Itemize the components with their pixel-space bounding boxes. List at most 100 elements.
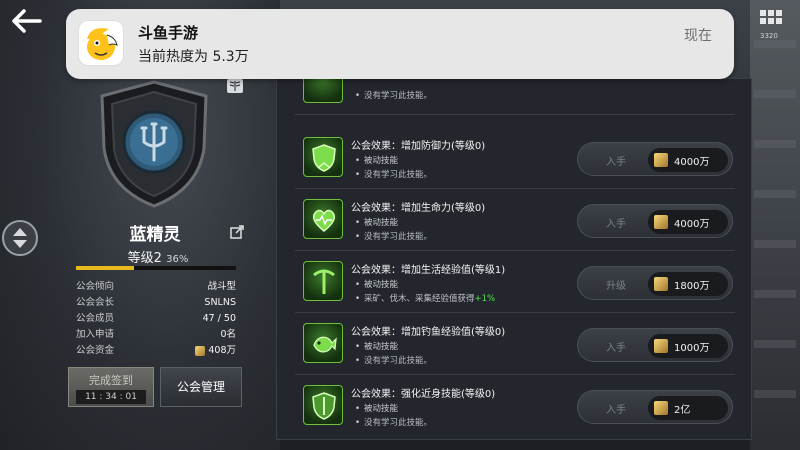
background-wall [750, 0, 800, 450]
xp-bar-fill [76, 266, 134, 270]
heart-icon [303, 199, 343, 239]
acquire-button[interactable]: 入手 4000万 [577, 142, 733, 176]
info-value: SNLNS [204, 297, 236, 308]
coin-icon [654, 401, 668, 415]
skill-desc-text: 没有学习此技能。 [364, 356, 433, 366]
coin-icon [654, 277, 668, 291]
info-row-tendency: 公会倾向 战斗型 [76, 279, 236, 295]
info-key: 公会资金 [76, 345, 115, 356]
skill-type-text: 被动技能 [364, 342, 399, 352]
info-row-members: 公会成员 47 / 50 [76, 311, 236, 327]
info-row-applications: 加入申请 0名 [76, 327, 236, 343]
skill-title: 公会效果：增加钓鱼经验值(等级0) [351, 327, 506, 338]
coin-icon [654, 215, 668, 229]
notification-app-name: 斗鱼手游 [138, 24, 199, 42]
skill-desc-text: 没有学习此技能。 [364, 232, 433, 242]
skill-type-text: 被动技能 [364, 280, 399, 290]
cost-pill: 1000万 [648, 334, 728, 358]
skill-title: 公会效果：增加防御力(等级0) [351, 141, 486, 152]
skill-type: • 被动技能 [355, 404, 399, 414]
douyu-app-icon [78, 20, 124, 66]
signin-button[interactable]: 完成签到 11 : 34 : 01 [68, 367, 154, 407]
guild-name: 蓝精灵 [129, 225, 181, 245]
skill-type: • 被动技能 [355, 156, 399, 166]
action-label: 入手 [606, 343, 626, 354]
skill-type-text: 被动技能 [364, 156, 399, 166]
list-item: 公会效果：增加生活经验值(等级1) • 被动技能 • 采矿、伐木、采集经验值获得+1… [295, 251, 735, 313]
skill-type: • 被动技能 [355, 218, 399, 228]
info-value: 47 / 50 [202, 313, 236, 324]
action-label: 入手 [606, 405, 626, 416]
cost-amount: 4000万 [674, 219, 710, 230]
back-arrow-icon[interactable] [10, 8, 44, 34]
skill-desc: • 采矿、伐木、采集经验值获得+1% [355, 294, 496, 304]
list-item: 公会效果：强化近身技能(等级0) • 被动技能 • 没有学习此技能。 入手 2亿 [295, 375, 735, 437]
skill-title: 公会效果：增加生活经验值(等级1) [351, 265, 506, 276]
skill-desc: • 没有学习此技能。 [355, 418, 433, 428]
level-percent: 36% [166, 254, 189, 265]
guild-manage-button[interactable]: 公会管理 [160, 367, 242, 407]
acquire-button[interactable]: 入手 4000万 [577, 204, 733, 238]
guild-skill-list[interactable]: • 没有学习此技能。 公会效果：增加防御力(等级0) • 被动技能 • 没有学习此技能… [276, 78, 752, 440]
cost-pill: 1800万 [648, 272, 728, 296]
cost-amount: 4000万 [674, 157, 710, 168]
pickaxe-icon [303, 261, 343, 301]
coin-icon [195, 346, 206, 356]
signin-label: 完成签到 [89, 374, 133, 387]
skill-desc-text: 没有学习此技能。 [364, 91, 433, 101]
funds-amount: 408万 [208, 345, 236, 356]
guild-crest [96, 78, 212, 210]
coin-icon [654, 339, 668, 353]
info-key: 公会会长 [76, 297, 115, 308]
skill-title: 公会效果：增加生命力(等级0) [351, 203, 486, 214]
skill-type: • 被动技能 [355, 280, 399, 290]
upgrade-button[interactable]: 升级 1800万 [577, 266, 733, 300]
top-right-number: 3320 [760, 32, 778, 40]
info-value: 战斗型 [207, 281, 236, 292]
info-value: 0名 [220, 329, 236, 340]
level-label: 等级2 [127, 251, 162, 266]
shield-icon [303, 137, 343, 177]
acquire-button[interactable]: 入手 1000万 [577, 328, 733, 362]
guild-level: 等级2 36% [78, 247, 238, 266]
list-item: 公会效果：增加防御力(等级0) • 被动技能 • 没有学习此技能。 入手 4000万 [295, 127, 735, 189]
cost-amount: 1800万 [674, 281, 710, 292]
cost-pill: 4000万 [648, 148, 728, 172]
notification-time: 现在 [684, 28, 712, 44]
info-row-funds: 公会资金 408万 [76, 343, 236, 359]
skill-icon [303, 79, 343, 103]
action-label: 升级 [606, 281, 626, 292]
info-key: 加入申请 [76, 329, 115, 340]
info-value: 408万 [195, 343, 236, 359]
skill-desc-text: 采矿、伐木、采集经验值获得 [364, 294, 475, 304]
list-item: • 没有学习此技能。 [295, 79, 735, 115]
acquire-button[interactable]: 入手 2亿 [577, 390, 733, 424]
cost-amount: 2亿 [674, 405, 691, 416]
share-icon[interactable] [230, 224, 244, 239]
xp-bar [76, 266, 236, 270]
cost-pill: 4000万 [648, 210, 728, 234]
notification-banner[interactable]: 斗鱼手游 当前热度为 5.3万 现在 [66, 9, 734, 79]
info-key: 公会成员 [76, 313, 115, 324]
skill-desc: • 没有学习此技能。 [355, 170, 433, 180]
skill-title: 公会效果：强化近身技能(等级0) [351, 389, 496, 400]
action-label: 入手 [606, 157, 626, 168]
skill-desc-text: 没有学习此技能。 [364, 418, 433, 428]
skill-type-text: 被动技能 [364, 404, 399, 414]
up-down-toggle-icon[interactable] [2, 220, 38, 256]
action-label: 入手 [606, 219, 626, 230]
signin-timer: 11 : 34 : 01 [76, 390, 146, 404]
melee-shield-icon [303, 385, 343, 425]
book-icon[interactable] [226, 78, 244, 94]
skill-bonus-value: +1% [474, 294, 496, 304]
cost-pill: 2亿 [648, 396, 728, 420]
skill-desc: • 没有学习此技能。 [355, 91, 433, 101]
info-key: 公会倾向 [76, 281, 115, 292]
skill-desc: • 没有学习此技能。 [355, 356, 433, 366]
fish-icon [303, 323, 343, 363]
list-item: 公会效果：增加钓鱼经验值(等级0) • 被动技能 • 没有学习此技能。 入手 100… [295, 313, 735, 375]
notification-message: 当前热度为 5.3万 [138, 49, 249, 65]
skill-desc-text: 没有学习此技能。 [364, 170, 433, 180]
info-row-leader: 公会会长 SNLNS [76, 295, 236, 311]
list-item: 公会效果：增加生命力(等级0) • 被动技能 • 没有学习此技能。 入手 4000万 [295, 189, 735, 251]
